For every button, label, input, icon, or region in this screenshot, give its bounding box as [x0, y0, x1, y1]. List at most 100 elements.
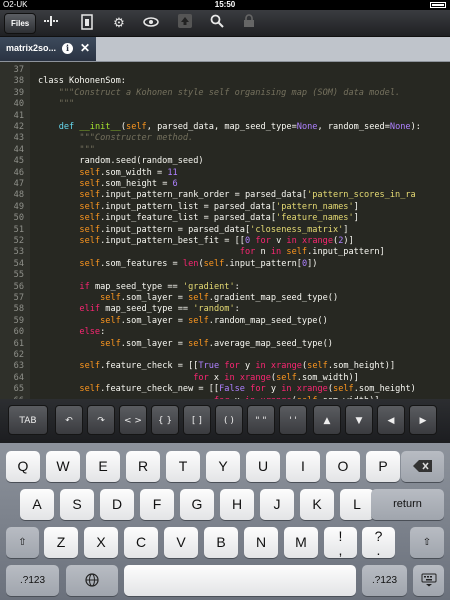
arrow-down-icon[interactable]: ▼ [345, 405, 373, 435]
key-l[interactable]: L [340, 489, 374, 520]
code-text: self.som_height = 6 [79, 179, 178, 189]
code-text: self.som_layer = self.average_map_seed_t… [100, 338, 333, 349]
code-text: elif map_seed_type == 'random': [79, 304, 240, 315]
key-q[interactable]: Q [6, 451, 40, 482]
key-x[interactable]: X [84, 527, 118, 558]
code-text: """Construct a Kohonen style self organi… [58, 87, 401, 98]
line-number: 43 [13, 133, 24, 144]
code-text: self.feature_check_new = [[False for y i… [79, 384, 416, 395]
key-f[interactable]: F [140, 489, 174, 520]
arrow-right-icon[interactable]: ▶ [409, 405, 437, 435]
key-m[interactable]: M [284, 527, 318, 558]
search-icon[interactable] [206, 14, 228, 32]
hide-keyboard-icon[interactable] [413, 565, 444, 596]
return-key[interactable]: return [371, 489, 444, 520]
numbers-key-left[interactable]: .?123 [6, 565, 59, 596]
close-icon[interactable]: ✕ [80, 41, 90, 55]
braces-key[interactable]: { } [151, 405, 179, 435]
key-c[interactable]: C [124, 527, 158, 558]
line-number: 50 [13, 213, 24, 224]
angle-brackets-key[interactable]: < > [119, 405, 147, 435]
tab-key[interactable]: TAB [8, 405, 48, 435]
double-quotes-key[interactable]: " " [247, 405, 275, 435]
line-number: 38 [13, 76, 24, 87]
tab-matrix2som[interactable]: matrix2so... i ✕ [0, 37, 96, 61]
info-icon[interactable]: i [62, 43, 73, 54]
code-text: self.input_pattern_best_fit = [[0 for v … [79, 236, 354, 246]
key-n[interactable]: N [244, 527, 278, 558]
code-text: self.som_features = len(self.input_patte… [79, 258, 318, 269]
key-i[interactable]: I [286, 451, 320, 482]
key-k[interactable]: K [300, 489, 334, 520]
undo-icon[interactable]: ↶ [55, 405, 83, 435]
line-number: 46 [13, 167, 24, 178]
line-number: 45 [13, 156, 24, 167]
tab-bar: matrix2so... i ✕ [0, 37, 450, 62]
key-u[interactable]: U [246, 451, 280, 482]
brackets-key[interactable]: [ ] [183, 405, 211, 435]
numbers-key-right[interactable]: .?123 [362, 565, 407, 596]
line-number: 53 [13, 247, 24, 258]
key-s[interactable]: S [60, 489, 94, 520]
arrow-left-icon[interactable]: ◀ [377, 405, 405, 435]
key-h[interactable]: H [220, 489, 254, 520]
arrow-up-icon[interactable]: ▲ [313, 405, 341, 435]
preview-eye-icon[interactable] [140, 14, 162, 32]
code-text: if map_seed_type == 'gradient': [79, 281, 240, 292]
key-quest-period[interactable]: ? . [362, 527, 395, 558]
key-t[interactable]: T [166, 451, 200, 482]
line-number: 56 [13, 281, 24, 292]
tab-title: matrix2so... [6, 43, 57, 53]
key-z[interactable]: Z [44, 527, 78, 558]
line-number: 41 [13, 110, 24, 121]
clock: 15:50 [214, 0, 236, 9]
shift-left-icon[interactable]: ⇧ [6, 527, 39, 558]
key-d[interactable]: D [100, 489, 134, 520]
space-bar[interactable] [124, 565, 356, 596]
code-text: for n in self.input_pattern] [239, 247, 385, 258]
line-number: 57 [13, 293, 24, 303]
code-text: """Constructer method. [79, 133, 194, 144]
line-number: 40 [13, 99, 24, 110]
battery-icon [430, 2, 446, 8]
single-quotes-key[interactable]: ' ' [279, 405, 307, 435]
key-p[interactable]: P [366, 451, 400, 482]
line-number: 47 [13, 179, 24, 189]
line-number: 62 [13, 350, 24, 360]
code-text: self.input_pattern = parsed_data['closen… [79, 224, 349, 235]
key-r[interactable]: R [126, 451, 160, 482]
shift-right-icon[interactable]: ⇧ [410, 527, 444, 558]
key-e[interactable]: E [86, 451, 120, 482]
code-editor[interactable]: 37 38 class KohonenSom: 39 """Construct a K… [0, 62, 450, 399]
key-w[interactable]: W [46, 451, 80, 482]
keyboard-accessory-bar: TAB ↶ ↷ < > { } [ ] ( ) " " ' ' ▲ ▼ ◀ ▶ [0, 399, 450, 443]
files-button[interactable]: Files [4, 13, 37, 34]
key-g[interactable]: G [180, 489, 214, 520]
main-toolbar: Files ⚙ [0, 10, 450, 37]
key-o[interactable]: O [326, 451, 360, 482]
code-text: def __init__(self, parsed_data, map_seed… [58, 122, 421, 132]
key-y[interactable]: Y [206, 451, 240, 482]
key-excl-comma[interactable]: ! , [324, 527, 357, 558]
redo-icon[interactable]: ↷ [87, 405, 115, 435]
globe-icon[interactable] [66, 565, 118, 596]
parens-key[interactable]: ( ) [215, 405, 243, 435]
key-b[interactable]: B [204, 527, 238, 558]
line-number: 48 [13, 190, 24, 201]
file-info-icon[interactable] [76, 14, 98, 32]
key-v[interactable]: V [164, 527, 198, 558]
line-number: 49 [13, 201, 24, 212]
key-a[interactable]: A [20, 489, 54, 520]
code-text: random.seed(random_seed) [38, 156, 204, 167]
line-number: 44 [13, 144, 24, 155]
key-period: . [376, 542, 381, 558]
gear-icon[interactable]: ⚙ [108, 14, 130, 32]
line-number: 61 [13, 338, 24, 349]
line-number: 37 [13, 65, 24, 75]
backspace-icon[interactable] [401, 451, 444, 482]
key-j[interactable]: J [260, 489, 294, 520]
outline-icon[interactable] [40, 14, 62, 32]
line-number: 52 [13, 236, 24, 246]
code-text: self.input_feature_list = parsed_data['f… [79, 213, 359, 224]
line-number: 65 [13, 384, 24, 395]
